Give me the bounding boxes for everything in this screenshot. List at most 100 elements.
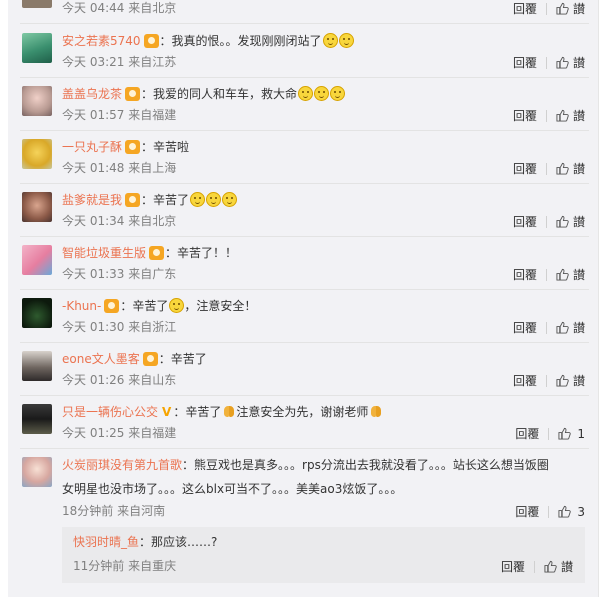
comment-actions: 回覆 讃 — [513, 319, 585, 336]
username-link[interactable]: 火炭丽琪没有第九首歌 — [62, 458, 182, 472]
avatar[interactable] — [22, 192, 52, 222]
like-button[interactable]: 讃 — [556, 55, 585, 71]
fan-badge-icon — [125, 87, 141, 101]
comment-actions: 回覆 讃 — [513, 107, 585, 124]
divider — [20, 77, 589, 78]
comment-text-continued: ，注意安全！ — [184, 299, 257, 313]
like-button[interactable]: 1 — [558, 426, 585, 442]
username-link[interactable]: 只是一辆伤心公交 — [62, 405, 158, 419]
comment-meta: 今天 01:48 来自上海 — [62, 161, 177, 175]
username-link[interactable]: 盐爹就是我 — [62, 193, 122, 207]
panel-border — [598, 0, 599, 597]
like-button[interactable]: 讃 — [556, 161, 585, 177]
comment-text: ：辛苦了 — [120, 299, 169, 313]
username-link[interactable]: 安之若素5740 — [62, 34, 141, 48]
thumbs-up-icon — [556, 268, 569, 281]
sub-reply-reply-button[interactable]: 回覆 — [501, 559, 525, 575]
sub-reply-like-button[interactable]: 讃 — [544, 559, 573, 575]
divider — [20, 395, 589, 396]
comment-text: ：辛苦了 — [158, 352, 207, 366]
divider — [20, 448, 589, 449]
avatar[interactable] — [22, 404, 52, 434]
avatar[interactable] — [22, 33, 52, 63]
sub-reply-meta: 11分钟前 来自重庆 — [73, 559, 177, 573]
reply-button[interactable]: 回覆 — [513, 161, 537, 177]
thumbs-up-icon — [556, 321, 569, 334]
thumbs-up-icon — [556, 374, 569, 387]
emoji-icon — [298, 86, 314, 101]
divider — [20, 130, 589, 131]
thumbs-up-icon — [556, 162, 569, 175]
like-button[interactable]: 讃 — [556, 373, 585, 389]
emoji-icon — [338, 33, 354, 48]
divider — [20, 236, 589, 237]
reply-button[interactable]: 回覆 — [515, 426, 539, 442]
reply-button[interactable]: 回覆 — [513, 267, 537, 283]
like-button[interactable]: 讃 — [556, 1, 585, 17]
thumbs-up-icon — [558, 505, 572, 518]
thumbs-up-icon — [556, 56, 569, 69]
avatar[interactable] — [22, 245, 52, 275]
divider — [20, 183, 589, 184]
like-button[interactable]: 讃 — [556, 267, 585, 283]
username-link[interactable]: 一只丸子酥 — [62, 140, 122, 154]
crying-emoji-icon — [169, 298, 185, 313]
like-button[interactable]: 3 — [558, 504, 585, 520]
comment-text: ：辛苦了！！ — [165, 246, 238, 260]
divider — [20, 342, 589, 343]
reply-button[interactable]: 回覆 — [513, 214, 537, 230]
reply-button[interactable]: 回覆 — [513, 373, 537, 389]
avatar[interactable] — [22, 351, 52, 381]
comment-text-continued: 注意安全为先，谢谢老师 — [236, 405, 369, 419]
comment-meta: 今天 01:26 来自山东 — [62, 373, 177, 387]
comment-text: ：我真的恨。。发现刚刚闭站了 — [159, 34, 322, 48]
pray-emoji-icon — [222, 405, 236, 418]
like-button[interactable]: 讃 — [556, 214, 585, 230]
comment-actions: 回覆 3 — [515, 503, 585, 520]
reply-button[interactable]: 回覆 — [513, 108, 537, 124]
avatar[interactable] — [22, 139, 52, 169]
avatar[interactable] — [22, 298, 52, 328]
username-link[interactable]: 盖盖乌龙茶 — [62, 87, 122, 101]
like-count: 1 — [577, 426, 585, 441]
comment-meta: 今天 04:44 来自北京 — [62, 1, 177, 15]
fan-badge-icon — [143, 34, 159, 48]
comment-meta: 18分钟前 来自河南 — [62, 504, 166, 518]
reply-button[interactable]: 回覆 — [513, 1, 537, 17]
reply-button[interactable]: 回覆 — [513, 320, 537, 336]
thumbs-up-icon — [544, 560, 557, 573]
comment-actions: 回覆 1 — [515, 425, 585, 442]
like-button[interactable]: 讃 — [556, 320, 585, 336]
sub-reply-box: 快羽时晴_鱼：那应该……? 11分钟前 来自重庆 回覆 讃 — [62, 527, 585, 583]
comment-actions: 回覆 讃 — [513, 160, 585, 177]
reply-button[interactable]: 回覆 — [515, 504, 539, 520]
emoji-icon — [330, 86, 346, 101]
sub-reply-text: ：那应该……? — [139, 535, 218, 549]
crying-emoji-icon — [206, 192, 222, 207]
emoji-icon — [314, 86, 330, 101]
crying-emoji-icon — [222, 192, 238, 207]
sub-reply-username-link[interactable]: 快羽时晴_鱼 — [73, 535, 139, 549]
comment-actions: 回覆 讃 — [513, 213, 585, 230]
username-link[interactable]: -Khun- — [62, 299, 101, 313]
comment-actions: 回覆 讃 — [513, 0, 585, 17]
divider — [20, 23, 589, 24]
thumbs-up-icon — [558, 427, 572, 440]
like-button[interactable]: 讃 — [556, 108, 585, 124]
username-link[interactable]: eone文人墨客 — [62, 352, 140, 366]
reply-button[interactable]: 回覆 — [513, 55, 537, 71]
divider — [20, 289, 589, 290]
fan-badge-icon — [104, 299, 120, 313]
comment-meta: 今天 01:30 来自浙江 — [62, 320, 177, 334]
thumbs-up-icon — [556, 215, 569, 228]
avatar[interactable] — [22, 457, 52, 487]
avatar[interactable] — [22, 86, 52, 116]
comment-meta: 今天 01:25 来自福建 — [62, 426, 177, 440]
username-link[interactable]: 智能垃圾重生版 — [62, 246, 146, 260]
comment-actions: 回覆 讃 — [513, 266, 585, 283]
avatar[interactable] — [22, 0, 52, 8]
thumbs-up-icon — [556, 2, 569, 15]
comment-text: ：我爱的同人和车车，救大命 — [141, 87, 298, 101]
comment-actions: 回覆 讃 — [513, 54, 585, 71]
comment-meta: 今天 01:57 来自福建 — [62, 108, 177, 122]
